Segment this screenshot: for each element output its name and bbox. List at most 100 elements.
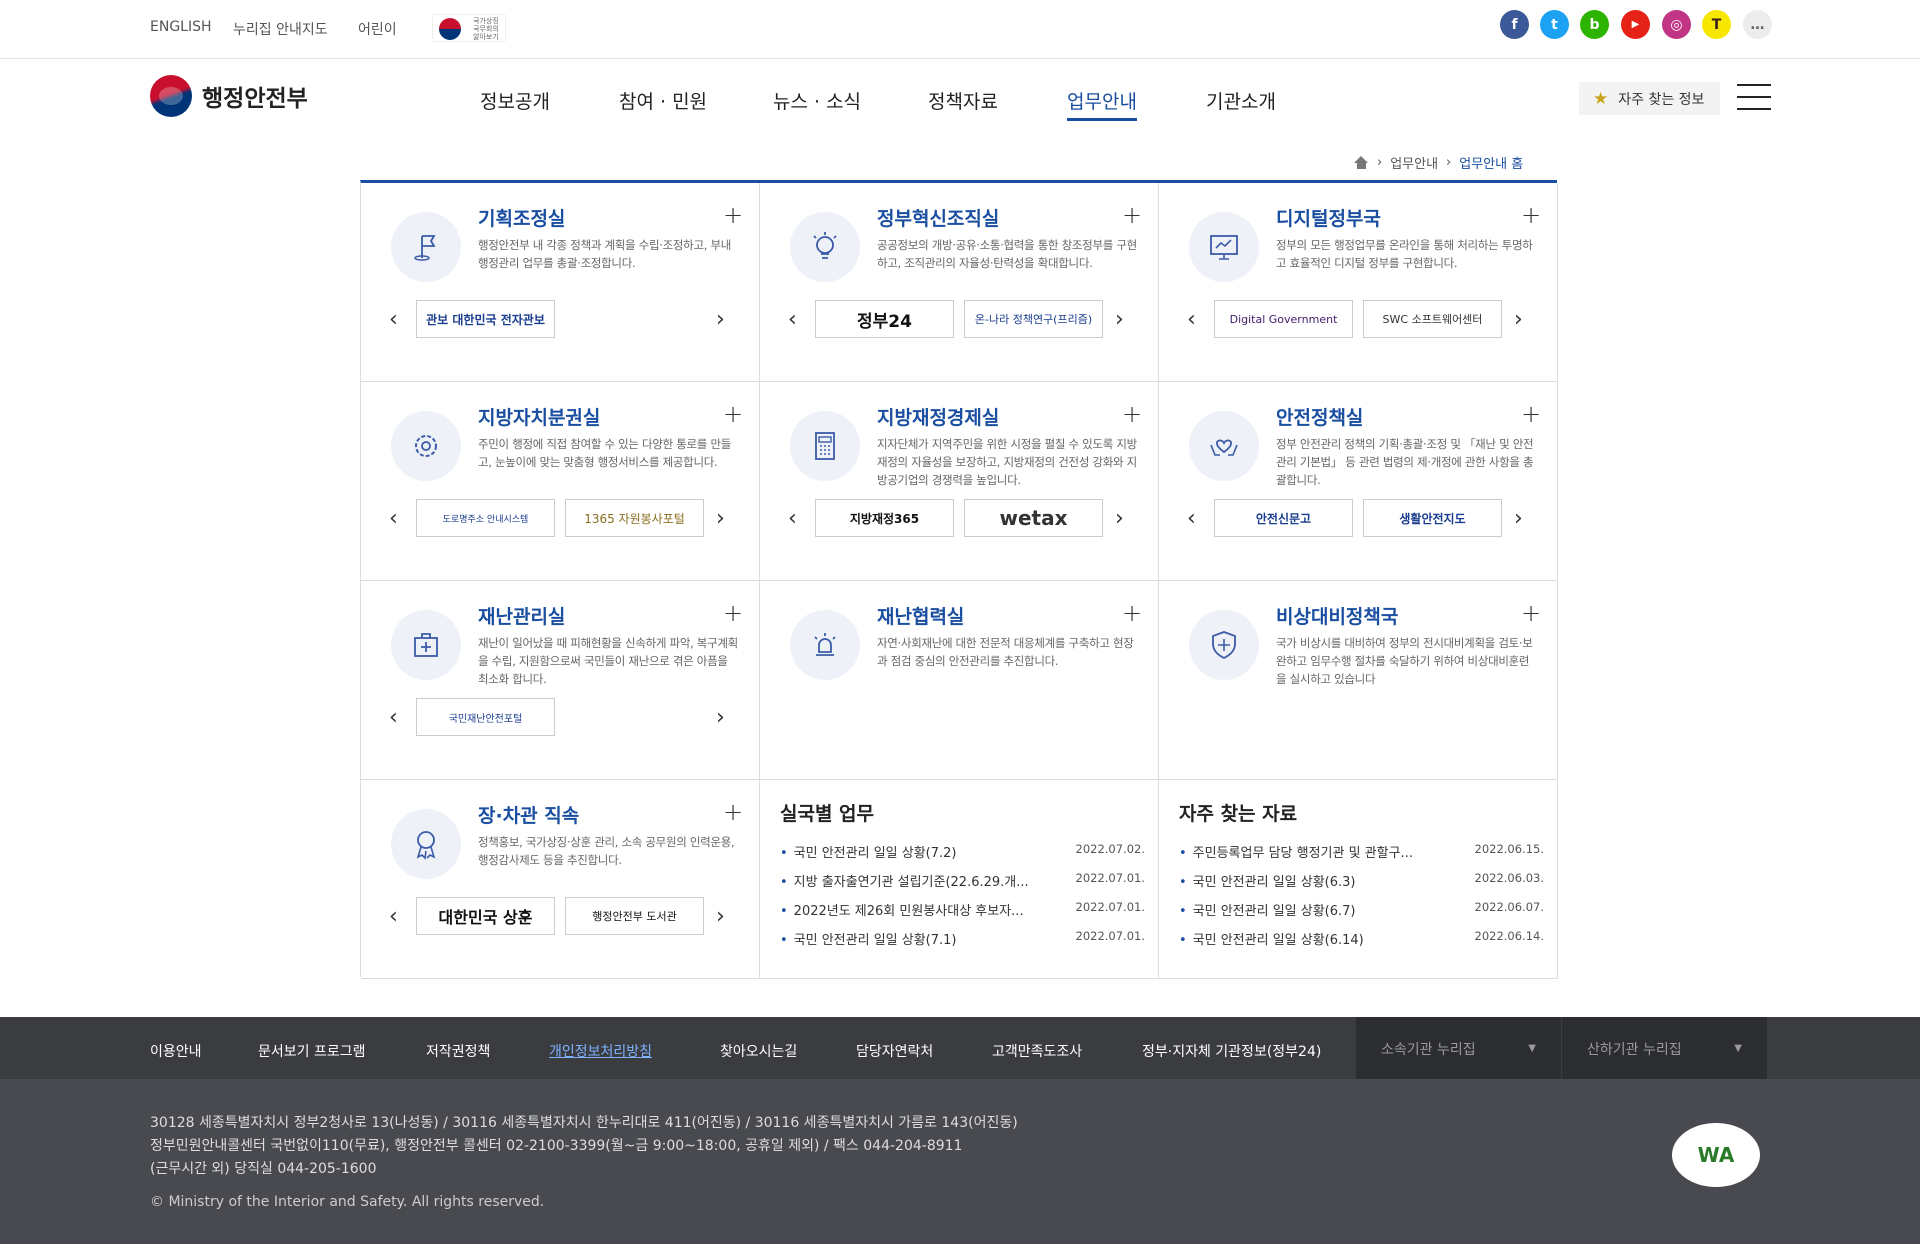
ministry-logo[interactable]: 행정안전부 xyxy=(150,74,308,118)
plus-icon[interactable]: + xyxy=(1122,402,1142,426)
dept-desc: 행정안전부 내 각종 정책과 계획을 수립·조정하고, 부내 행정관리 업무를 … xyxy=(478,238,732,270)
wetax-banner[interactable]: wetax xyxy=(964,499,1103,537)
home-icon[interactable] xyxy=(1354,156,1369,169)
national-symbol-link[interactable]: 국가상징 국무회의 알아보기 xyxy=(432,14,506,42)
web-accessibility-badge: WA xyxy=(1672,1123,1760,1187)
chevron-down-icon: ▼ xyxy=(1734,1043,1742,1054)
footer-link-survey[interactable]: 고객만족도조사 xyxy=(992,1041,1082,1061)
footer-link-usage[interactable]: 이용안내 xyxy=(150,1041,202,1061)
footer-link-privacy[interactable]: 개인정보처리방침 xyxy=(549,1041,652,1061)
chevron-left-icon[interactable]: ‹ xyxy=(389,707,398,729)
breadcrumb-level1[interactable]: 업무안내 xyxy=(1390,153,1438,172)
chevron-left-icon[interactable]: ‹ xyxy=(389,309,398,331)
gnb-work-guide[interactable]: 업무안내 xyxy=(1067,87,1137,121)
dept-title[interactable]: 재난협력실 xyxy=(877,602,964,629)
list-item[interactable]: 주민등록업무 담당 행정기관 및 관할구...2022.06.15. xyxy=(1179,842,1544,861)
plus-icon[interactable]: + xyxy=(723,800,743,824)
road-address-banner[interactable]: 도로명주소 안내시스템 xyxy=(416,499,555,537)
safety-report-banner[interactable]: 안전신문고 xyxy=(1214,499,1353,537)
chevron-right-icon[interactable]: › xyxy=(716,707,725,729)
chevron-left-icon[interactable]: ‹ xyxy=(1187,309,1196,331)
chevron-right-icon[interactable]: › xyxy=(716,309,725,331)
plus-icon[interactable]: + xyxy=(723,203,743,227)
affiliated-sites-select[interactable]: 소속기관 누리집 ▼ xyxy=(1356,1017,1561,1079)
dept-title[interactable]: 안전정책실 xyxy=(1276,403,1363,430)
faq-data-title: 자주 찾는 자료 xyxy=(1179,803,1298,825)
gnb-info-disclosure[interactable]: 정보공개 xyxy=(480,87,550,114)
youtube-icon[interactable]: ▶ xyxy=(1621,10,1650,39)
plus-icon[interactable]: + xyxy=(1521,203,1541,227)
sitemap-link[interactable]: 누리집 안내지도 xyxy=(233,19,328,39)
chevron-left-icon[interactable]: ‹ xyxy=(389,906,398,928)
chevron-right-icon[interactable]: › xyxy=(1115,508,1124,530)
twitter-icon[interactable]: t xyxy=(1540,10,1569,39)
plus-icon[interactable]: + xyxy=(723,402,743,426)
favorite-info-button[interactable]: ★ 자주 찾는 정보 xyxy=(1579,82,1720,115)
dept-title[interactable]: 지방자치분권실 xyxy=(478,403,600,430)
dept-title[interactable]: 지방재정경제실 xyxy=(877,403,999,430)
chevron-left-icon[interactable]: ‹ xyxy=(1187,508,1196,530)
local-finance-banner[interactable]: 지방재정365 xyxy=(815,499,954,537)
chevron-left-icon[interactable]: ‹ xyxy=(389,508,398,530)
plus-icon[interactable]: + xyxy=(1521,402,1541,426)
safety-map-banner[interactable]: 생활안전지도 xyxy=(1363,499,1502,537)
plus-icon[interactable]: + xyxy=(723,601,743,625)
chevron-right-icon[interactable]: › xyxy=(1115,309,1124,331)
gnb-policy[interactable]: 정책자료 xyxy=(928,87,998,114)
more-sns-icon[interactable]: … xyxy=(1743,10,1772,39)
chevron-right-icon[interactable]: › xyxy=(1514,508,1523,530)
list-item[interactable]: 국민 안전관리 일일 상황(7.1)2022.07.01. xyxy=(780,929,1145,948)
subsidiary-sites-select[interactable]: 산하기관 누리집 ▼ xyxy=(1562,1017,1767,1079)
gnb-about[interactable]: 기관소개 xyxy=(1206,87,1276,114)
footer-link-gov24[interactable]: 정부·지자체 기관정보(정부24) xyxy=(1142,1041,1321,1061)
list-item[interactable]: 국민 안전관리 일일 상황(6.14)2022.06.14. xyxy=(1179,929,1544,948)
kakao-icon[interactable]: T xyxy=(1702,10,1731,39)
chevron-left-icon[interactable]: ‹ xyxy=(788,508,797,530)
instagram-icon[interactable]: ◎ xyxy=(1662,10,1691,39)
chevron-right-icon[interactable]: › xyxy=(716,906,725,928)
dept-card: 안전정책실 + 정부 안전관리 정책의 기획·총괄·조정 및 「재난 및 안전관… xyxy=(1159,382,1558,581)
list-item[interactable]: 2022년도 제26회 민원봉사대상 후보자...2022.07.01. xyxy=(780,900,1145,919)
dept-title[interactable]: 정부혁신조직실 xyxy=(877,204,999,231)
list-item[interactable]: 국민 안전관리 일일 상황(6.3)2022.06.03. xyxy=(1179,871,1544,890)
chevron-right-icon[interactable]: › xyxy=(1514,309,1523,331)
dept-desc: 공공정보의 개방·공유·소통·협력을 통한 창조정부를 구현하고, 조직관리의 … xyxy=(877,238,1137,270)
dept-title[interactable]: 디지털정부국 xyxy=(1276,204,1381,231)
footer-link-contacts[interactable]: 담당자연락처 xyxy=(856,1041,933,1061)
kids-link[interactable]: 어린이 xyxy=(358,19,397,39)
gazette-banner[interactable]: 관보 대한민국 전자관보 xyxy=(416,300,555,338)
dept-desc: 지자단체가 지역주민을 위한 시정을 펼칠 수 있도록 지방재정의 자율성을 보… xyxy=(877,437,1137,487)
dept-title[interactable]: 기획조정실 xyxy=(478,204,565,231)
dept-desc: 정부의 모든 행정업무를 온라인을 통해 처리하는 투명하고 효율적인 디지털 … xyxy=(1276,238,1533,270)
lightbulb-icon xyxy=(790,212,860,282)
decoration-banner[interactable]: 대한민국 상훈 xyxy=(416,897,555,935)
footer-link-copyright[interactable]: 저작권정책 xyxy=(426,1041,490,1061)
list-item[interactable]: 국민 안전관리 일일 상황(6.7)2022.06.07. xyxy=(1179,900,1544,919)
library-banner[interactable]: 행정안전부 도서관 xyxy=(565,897,704,935)
digital-gov-banner[interactable]: Digital Government xyxy=(1214,300,1353,338)
chevron-right-icon[interactable]: › xyxy=(716,508,725,530)
dept-title[interactable]: 장·차관 직속 xyxy=(478,801,579,828)
prism-banner[interactable]: 온-나라 정책연구(프리즘) xyxy=(964,300,1103,338)
footer-link-directions[interactable]: 찾아오시는길 xyxy=(720,1041,797,1061)
footer-address: 30128 세종특별자치시 정부2청사로 13(나성동) / 30116 세종특… xyxy=(150,1115,1018,1177)
plus-icon[interactable]: + xyxy=(1521,601,1541,625)
disaster-portal-banner[interactable]: 국민재난안전포털 xyxy=(416,698,555,736)
plus-icon[interactable]: + xyxy=(1122,601,1142,625)
dept-title[interactable]: 비상대비정책국 xyxy=(1276,602,1398,629)
list-item[interactable]: 지방 출자출연기관 설립기준(22.6.29.개...2022.07.01. xyxy=(780,871,1145,890)
blog-icon[interactable]: b xyxy=(1580,10,1609,39)
footer-link-viewer[interactable]: 문서보기 프로그램 xyxy=(258,1041,366,1061)
dept-title[interactable]: 재난관리실 xyxy=(478,602,565,629)
volunteer-banner[interactable]: 1365 자원봉사포털 xyxy=(565,499,704,537)
gov24-banner[interactable]: 정부24 xyxy=(815,300,954,338)
list-item[interactable]: 국민 안전관리 일일 상황(7.2)2022.07.02. xyxy=(780,842,1145,861)
gnb-participation[interactable]: 참여 · 민원 xyxy=(619,87,707,114)
swc-banner[interactable]: SWC 소프트웨어센터 xyxy=(1363,300,1502,338)
menu-icon[interactable] xyxy=(1737,84,1771,112)
chevron-left-icon[interactable]: ‹ xyxy=(788,309,797,331)
gnb-news[interactable]: 뉴스 · 소식 xyxy=(773,87,861,114)
english-link[interactable]: ENGLISH xyxy=(150,19,212,35)
plus-icon[interactable]: + xyxy=(1122,203,1142,227)
facebook-icon[interactable]: f xyxy=(1500,10,1529,39)
